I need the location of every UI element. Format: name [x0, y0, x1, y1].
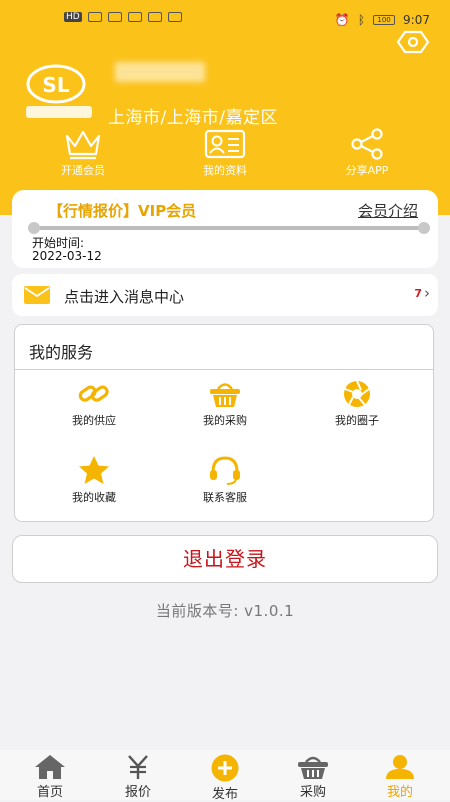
settings-icon[interactable]: [396, 28, 430, 56]
my-profile-label: 我的资料: [203, 164, 247, 177]
share-app-label: 分享APP: [345, 164, 389, 177]
message-icon: [167, 12, 182, 22]
version-text: 当前版本号: v1.0.1: [155, 602, 295, 620]
bluetooth-icon: ᛒ: [357, 13, 366, 27]
chevron-right-icon: ›: [424, 284, 430, 302]
service-my-favorites-label: 我的收藏: [72, 491, 116, 504]
wifi-icon: [127, 12, 142, 22]
divider: [15, 369, 433, 370]
vip-start-date: 2022-03-12: [32, 249, 102, 263]
service-contact-support-label: 联系客服: [203, 491, 247, 504]
headset-icon: [210, 456, 240, 485]
alarm-icon: ⏰: [334, 13, 350, 27]
vip-progress-bar: [28, 222, 430, 234]
aperture-icon: [344, 380, 370, 407]
service-my-favorites[interactable]: 我的收藏: [39, 455, 149, 505]
crown-icon: [65, 130, 101, 160]
yen-icon: [128, 755, 148, 779]
tab-publish[interactable]: 发布: [180, 750, 270, 802]
service-my-supply[interactable]: 我的供应: [39, 380, 149, 428]
tab-mine-label: 我的: [386, 785, 413, 800]
progress-start-dot: [28, 222, 40, 234]
message-count-badge: 7: [414, 287, 422, 300]
vip-title: 【行情报价】VIP会员: [48, 202, 197, 220]
tab-purchase-label: 采购: [299, 785, 326, 800]
battery-icon: 100: [373, 15, 396, 25]
user-icon: [386, 755, 414, 779]
service-contact-support[interactable]: 联系客服: [170, 455, 280, 505]
service-my-purchase[interactable]: 我的采购: [170, 380, 280, 428]
message-center-label: 点击进入消息中心: [64, 288, 185, 306]
tab-home-label: 首页: [36, 785, 63, 800]
tab-publish-label: 发布: [211, 787, 238, 802]
status-right: ⏰ ᛒ 100 9:07: [335, 13, 430, 27]
company-logo: SL: [26, 64, 92, 118]
service-my-circle[interactable]: 我的圈子: [302, 380, 412, 428]
home-icon: [35, 755, 65, 779]
my-profile-button[interactable]: 我的资料: [170, 128, 280, 178]
vip-intro-link[interactable]: 会员介绍: [358, 200, 418, 221]
tab-quote-label: 报价: [124, 785, 151, 800]
service-my-purchase-label: 我的采购: [203, 414, 247, 427]
signal-icon-2: [107, 12, 122, 22]
service-my-supply-label: 我的供应: [72, 414, 116, 427]
profile-card-icon: [204, 129, 246, 159]
service-my-circle-label: 我的圈子: [335, 414, 379, 427]
star-icon: [79, 456, 109, 484]
vip-card: 【行情报价】VIP会员 会员介绍 开始时间: 2022-03-12: [12, 190, 438, 268]
svg-text:SL: SL: [42, 73, 69, 97]
services-title: 我的服务: [29, 343, 94, 362]
open-membership-button[interactable]: 开通会员: [28, 128, 138, 178]
link-icon: [78, 385, 109, 402]
my-services-panel: 我的服务 我的供应 我的采购 我的圈子 我的收藏 联系客服: [14, 324, 434, 522]
tab-mine[interactable]: 我的: [355, 750, 445, 800]
plus-circle-icon: [211, 754, 239, 782]
message-center-row[interactable]: 点击进入消息中心 7 ›: [12, 274, 438, 316]
status-time: 9:07: [403, 13, 430, 27]
bottom-tab-bar: 首页 报价 发布 采购 我的: [0, 750, 450, 802]
progress-end-dot: [418, 222, 430, 234]
basket-icon: [210, 383, 240, 407]
user-location: 上海市/上海市/嘉定区: [108, 108, 278, 128]
app-notification-icon: [147, 12, 162, 22]
status-left: HD: [64, 12, 182, 22]
status-bar: HD ⏰ ᛒ 100 9:07: [0, 0, 450, 40]
share-app-button[interactable]: 分享APP: [312, 128, 422, 178]
tab-quote[interactable]: 报价: [93, 750, 183, 800]
hd-badge: HD: [64, 12, 82, 22]
tab-purchase[interactable]: 采购: [268, 750, 358, 800]
tab-home[interactable]: 首页: [5, 750, 95, 800]
signal-icon: [87, 12, 102, 22]
open-membership-label: 开通会员: [61, 164, 105, 177]
vip-progress-fill: [34, 226, 424, 230]
share-icon: [351, 128, 383, 160]
mail-icon: [24, 286, 50, 304]
user-name-blurred: [115, 62, 205, 82]
logout-button[interactable]: 退出登录: [12, 535, 438, 583]
basket-icon: [298, 756, 328, 779]
